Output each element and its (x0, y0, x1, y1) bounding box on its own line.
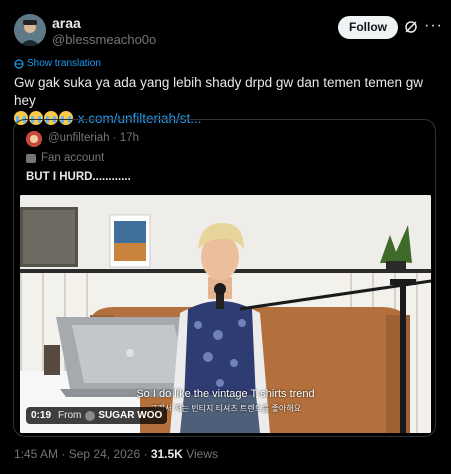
tweet-meta: 1:45 AM · Sep 24, 2026 · 31.5K Views (14, 447, 218, 461)
follow-button[interactable]: Follow (338, 16, 398, 39)
quote-header: @unfilteriah · 17h (48, 132, 139, 144)
show-translation-label[interactable]: Show translation (27, 58, 101, 69)
tweet: araa @blessmeacho0o Follow ··· Show tran… (0, 0, 451, 474)
meta-dot: · (143, 447, 148, 461)
post-time[interactable]: 1:45 AM (14, 447, 58, 461)
fan-account-text: Fan account (41, 152, 105, 164)
quote-time[interactable]: 17h (120, 132, 139, 144)
tweet-body: Gw gak suka ya ada yang lebih shady drpd… (14, 75, 423, 108)
author-avatar[interactable] (14, 14, 46, 46)
post-date[interactable]: Sep 24, 2026 (69, 447, 140, 461)
more-icon[interactable]: ··· (424, 17, 443, 35)
fan-account-label: Fan account (26, 152, 104, 164)
translate-icon (14, 58, 24, 69)
grok-icon[interactable] (404, 20, 418, 34)
video-info-pill[interactable]: 0:19 From SUGAR WOO (26, 407, 168, 424)
quoted-tweet[interactable]: @unfilteriah · 17h Fan account BUT I HUR… (13, 119, 436, 437)
quote-avatar[interactable] (26, 131, 42, 147)
meta-dot: · (61, 447, 66, 461)
fan-account-icon (26, 153, 36, 163)
video-player[interactable]: So I do like the vintage T-shirts trend … (20, 195, 431, 433)
author-name[interactable]: araa (52, 15, 81, 31)
source-avatar-icon (85, 410, 96, 421)
video-caption-english: So I do like the vintage T-shirts trend (136, 388, 315, 400)
quote-text: BUT I HURD............ (26, 171, 131, 183)
show-translation-link[interactable]: Show translation (14, 58, 101, 69)
video-duration: 0:19 (31, 410, 52, 421)
author-handle[interactable]: @blessmeacho0o (52, 32, 156, 47)
video-source[interactable]: SUGAR WOO (98, 410, 162, 421)
quote-separator: · (112, 132, 117, 144)
views-label: Views (186, 447, 218, 461)
quote-handle[interactable]: @unfilteriah (48, 132, 110, 144)
video-from-label: From (58, 410, 82, 421)
views-count: 31.5K (150, 447, 183, 461)
